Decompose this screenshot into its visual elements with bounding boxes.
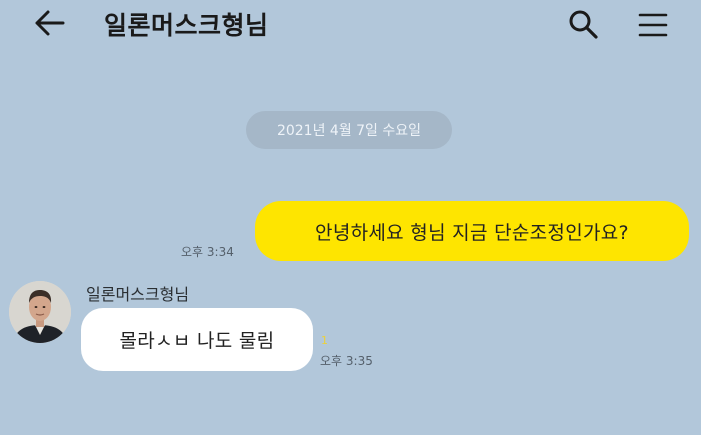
incoming-message-time: 오후 3:35 <box>320 354 373 368</box>
date-divider: 2021년 4월 7일 수요일 <box>246 111 452 149</box>
incoming-message-text: 몰라ㅅㅂ 나도 물림 <box>119 330 275 352</box>
chat-header: 일론머스크형님 <box>0 0 701 56</box>
outgoing-message-bubble[interactable]: 안녕하세요 형님 지금 단순조정인가요? <box>255 201 689 261</box>
incoming-message-bubble[interactable]: 몰라ㅅㅂ 나도 물림 <box>81 308 313 371</box>
hamburger-menu-icon[interactable] <box>636 10 670 40</box>
outgoing-message-time: 오후 3:34 <box>181 245 234 259</box>
search-icon[interactable] <box>566 7 602 43</box>
sender-name: 일론머스크형님 <box>86 285 190 304</box>
outgoing-message-text: 안녕하세요 형님 지금 단순조정인가요? <box>315 221 629 244</box>
unread-count: 1 <box>321 334 328 347</box>
chat-title: 일론머스크형님 <box>104 11 269 40</box>
sender-avatar[interactable] <box>9 281 71 343</box>
back-arrow-icon[interactable] <box>34 9 66 39</box>
